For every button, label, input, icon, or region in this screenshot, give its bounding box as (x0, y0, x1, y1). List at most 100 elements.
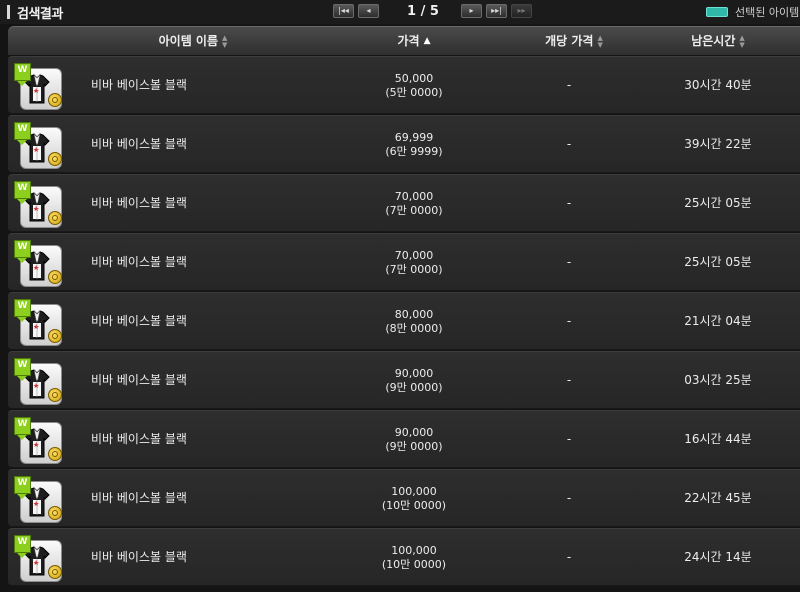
price-value: 80,000 (394, 308, 434, 321)
price-korean: (9만 0000) (385, 381, 443, 394)
item-name: 비바 베이스볼 블랙 (91, 550, 187, 564)
unit-price: - (566, 78, 572, 92)
unit-price: - (566, 255, 572, 269)
coin-icon (48, 388, 62, 402)
item-icon[interactable]: W (14, 476, 62, 524)
price-value: 100,000 (391, 485, 437, 498)
table-row[interactable]: W 비바 베이스볼 블랙 90,000 (9만 0000) - 03시간 25분 (8, 351, 800, 409)
item-name: 비바 베이스볼 블랙 (91, 78, 187, 92)
price-value: 100,000 (391, 544, 437, 557)
item-icon[interactable]: W (14, 240, 62, 288)
column-header-unit-price[interactable]: 개당 가격 ▲ ▼ (513, 27, 635, 55)
coin-icon (48, 152, 62, 166)
time-left: 21시간 04분 (684, 314, 752, 328)
item-price: 80,000 (8만 0000) (352, 293, 476, 349)
pagination: |◂◂ ◂ 1 / 5 ▸ ▸▸| ▸▸ (333, 3, 536, 19)
item-name: 비바 베이스볼 블랙 (91, 137, 187, 151)
coin-icon (48, 506, 62, 520)
w-badge-icon: W (14, 181, 31, 204)
item-icon[interactable]: W (14, 417, 62, 465)
table-row[interactable]: W 비바 베이스볼 블랙 100,000 (10만 0000) - 22시간 45분 (8, 469, 800, 527)
sort-asc-icon: ▲ (423, 36, 431, 46)
item-name: 비바 베이스볼 블랙 (91, 491, 187, 505)
w-badge-icon: W (14, 535, 31, 558)
table-row[interactable]: W 비바 베이스볼 블랙 70,000 (7만 0000) - 25시간 05분 (8, 174, 800, 232)
last-page-button[interactable]: ▸▸ (511, 4, 532, 18)
price-korean: (6만 9999) (385, 145, 443, 158)
item-name: 비바 베이스볼 블랙 (91, 314, 187, 328)
w-badge-icon: W (14, 358, 31, 381)
unit-price: - (566, 491, 572, 505)
time-left: 25시간 05분 (684, 255, 752, 269)
table-row[interactable]: W 비바 베이스볼 블랙 100,000 (10만 0000) - 24시간 14분 (8, 528, 800, 586)
item-icon[interactable]: W (14, 122, 62, 170)
table-header: 아이템 이름 ▲ ▼ 가격 ▲ 개당 가격 ▲ ▼ 남은시간 ▲ ▼ (8, 26, 800, 55)
price-korean: (8만 0000) (385, 322, 443, 335)
column-header-price-label: 가격 (397, 34, 420, 48)
column-header-price[interactable]: 가격 ▲ (352, 27, 476, 55)
price-korean: (9만 0000) (385, 440, 443, 453)
table-row[interactable]: W 비바 베이스볼 블랙 69,999 (6만 9999) - 39시간 22분 (8, 115, 800, 173)
unit-price: - (566, 196, 572, 210)
selected-item-swatch (706, 7, 728, 17)
w-badge-icon: W (14, 417, 31, 440)
item-price: 100,000 (10만 0000) (352, 529, 476, 585)
prev-page-button[interactable]: ◂ (358, 4, 379, 18)
price-korean: (10만 0000) (381, 558, 447, 571)
time-left: 22시간 45분 (684, 491, 752, 505)
item-icon[interactable]: W (14, 535, 62, 583)
table-row[interactable]: W 비바 베이스볼 블랙 50,000 (5만 0000) - 30시간 40분 (8, 56, 800, 114)
item-name: 비바 베이스볼 블랙 (91, 373, 187, 387)
next-page-button[interactable]: ▸ (461, 4, 482, 18)
coin-icon (48, 270, 62, 284)
w-badge-icon: W (14, 122, 31, 145)
price-value: 50,000 (394, 72, 434, 85)
price-value: 69,999 (394, 131, 434, 144)
column-header-unit-price-label: 개당 가격 (545, 34, 594, 48)
page-title: 검색결과 (17, 6, 63, 22)
title-area: 검색결과 (7, 2, 63, 22)
table-row[interactable]: W 비바 베이스볼 블랙 80,000 (8만 0000) - 21시간 04분 (8, 292, 800, 350)
item-name: 비바 베이스볼 블랙 (91, 432, 187, 446)
column-header-time-left[interactable]: 남은시간 ▲ ▼ (648, 27, 788, 55)
table-row[interactable]: W 비바 베이스볼 블랙 90,000 (9만 0000) - 16시간 44분 (8, 410, 800, 468)
next-block-button[interactable]: ▸▸| (486, 4, 507, 18)
item-price: 100,000 (10만 0000) (352, 470, 476, 526)
price-value: 70,000 (394, 190, 434, 203)
unit-price: - (566, 314, 572, 328)
time-left: 24시간 14분 (684, 550, 752, 564)
price-value: 70,000 (394, 249, 434, 262)
item-icon[interactable]: W (14, 63, 62, 111)
unit-price: - (566, 137, 572, 151)
time-left: 03시간 25분 (684, 373, 752, 387)
column-header-name[interactable]: 아이템 이름 ▲ ▼ (48, 27, 338, 55)
sort-updown-icon: ▲ ▼ (739, 33, 745, 49)
item-price: 90,000 (9만 0000) (352, 411, 476, 467)
time-left: 30시간 40분 (684, 78, 752, 92)
page-indicator: 1 / 5 (407, 3, 439, 19)
item-name: 비바 베이스볼 블랙 (91, 255, 187, 269)
w-badge-icon: W (14, 63, 31, 86)
time-left: 25시간 05분 (684, 196, 752, 210)
coin-icon (48, 565, 62, 579)
price-korean: (7만 0000) (385, 204, 443, 217)
coin-icon (48, 93, 62, 107)
first-page-button[interactable]: |◂◂ (333, 4, 354, 18)
column-header-name-label: 아이템 이름 (158, 34, 218, 48)
w-badge-icon: W (14, 476, 31, 499)
w-badge-icon: W (14, 299, 31, 322)
price-value: 90,000 (394, 367, 434, 380)
unit-price: - (566, 432, 572, 446)
price-korean: (10만 0000) (381, 499, 447, 512)
table-row[interactable]: W 비바 베이스볼 블랙 70,000 (7만 0000) - 25시간 05분 (8, 233, 800, 291)
item-icon[interactable]: W (14, 299, 62, 347)
column-header-time-left-label: 남은시간 (691, 34, 736, 48)
top-bar: 검색결과 |◂◂ ◂ 1 / 5 ▸ ▸▸| ▸▸ 선택된 아이템 (0, 0, 800, 24)
item-price: 69,999 (6만 9999) (352, 116, 476, 172)
coin-icon (48, 329, 62, 343)
item-icon[interactable]: W (14, 358, 62, 406)
sort-updown-icon: ▲ ▼ (222, 33, 228, 49)
item-icon[interactable]: W (14, 181, 62, 229)
item-name: 비바 베이스볼 블랙 (91, 196, 187, 210)
coin-icon (48, 447, 62, 461)
